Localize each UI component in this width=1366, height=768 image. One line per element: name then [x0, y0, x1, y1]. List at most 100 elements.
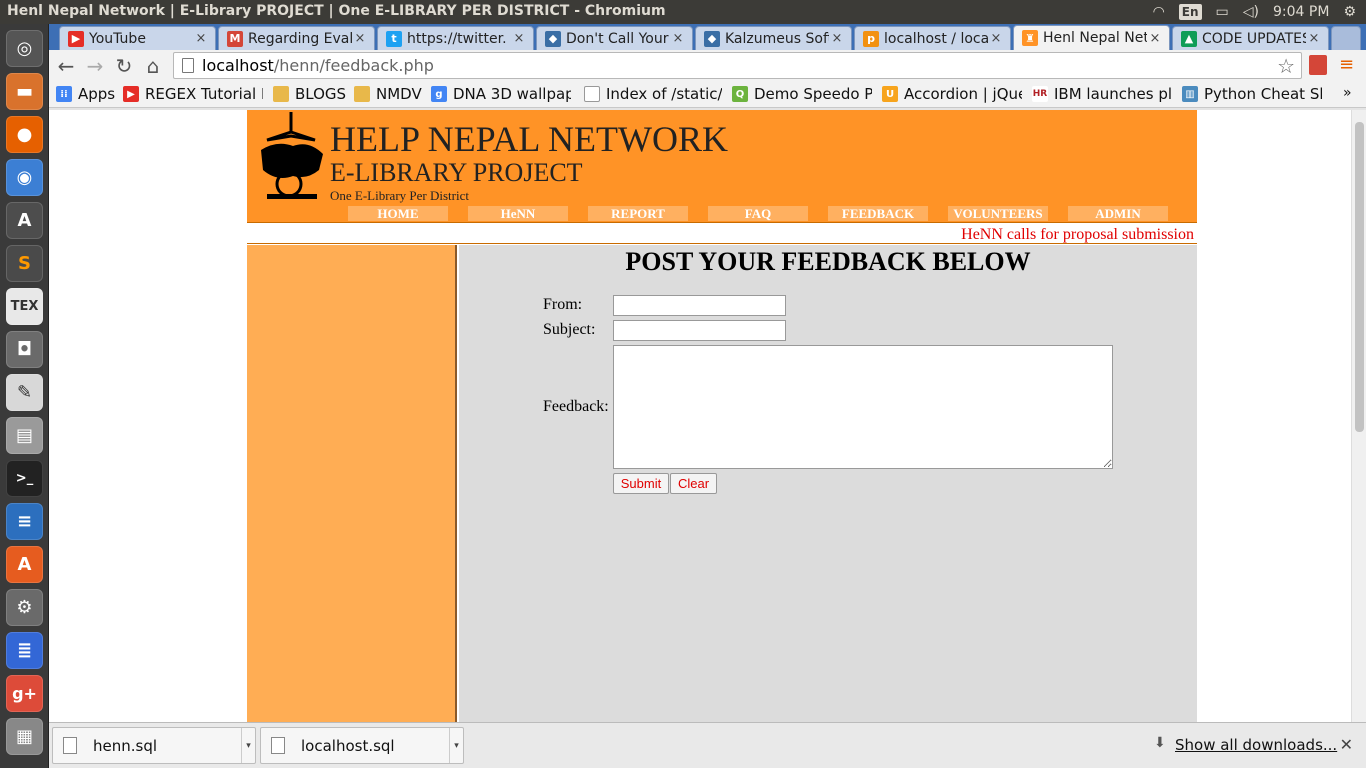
camera-icon[interactable]: ◘	[6, 331, 43, 368]
close-icon[interactable]: ×	[193, 31, 209, 46]
google-plus-icon[interactable]: g+	[6, 675, 43, 712]
top-panel: Henl Nepal Network | E-Library PROJECT |…	[0, 0, 1366, 24]
henn-icon: ♜	[1022, 30, 1038, 46]
menu-admin[interactable]: ADMIN	[1068, 206, 1168, 221]
reload-icon[interactable]: ↻	[112, 54, 136, 78]
keyboard-layout-indicator[interactable]: En	[1178, 4, 1202, 20]
tab-twitter[interactable]: t https://twitter. ×	[377, 26, 534, 50]
chevron-down-icon[interactable]: ▾	[241, 728, 255, 763]
browser-chrome: ▶ YouTube × M Regarding Eval × t https:/…	[49, 24, 1366, 110]
bookmark-ibm[interactable]: HR IBM launches pla	[1032, 85, 1171, 103]
back-arrow-icon[interactable]: ←	[54, 54, 78, 78]
from-input[interactable]	[613, 295, 786, 316]
wifi-icon[interactable]: ◠	[1153, 4, 1165, 20]
chevron-down-icon[interactable]: ▾	[449, 728, 463, 763]
menu-home[interactable]: HOME	[348, 206, 448, 221]
page-scrollbar[interactable]	[1351, 110, 1366, 722]
printer-icon[interactable]: ▤	[6, 417, 43, 454]
clock[interactable]: 9:04 PM	[1273, 4, 1329, 20]
google-docs-icon[interactable]: ≣	[6, 632, 43, 669]
show-all-downloads-link[interactable]: Show all downloads...	[1175, 736, 1337, 754]
bookmark-nmdv[interactable]: NMDV	[354, 85, 424, 103]
download-filename: localhost.sql	[301, 736, 395, 755]
site-menu: HOME HeNN REPORT FAQ FEEDBACK VOLUNTEERS…	[348, 206, 1168, 221]
software-center-icon[interactable]: A	[6, 546, 43, 583]
downloads-shelf: henn.sql ▾ localhost.sql ▾ ⬇ Show all do…	[49, 722, 1366, 768]
text-editor-icon[interactable]: ✎	[6, 374, 43, 411]
tab-dont-call-your[interactable]: ◆ Don't Call Your ×	[536, 26, 693, 50]
folder-icon	[354, 86, 370, 102]
system-settings-icon[interactable]: ⚙	[6, 589, 43, 626]
close-icon[interactable]: ×	[1147, 31, 1163, 46]
url-host: localhost	[202, 56, 274, 75]
tab-phpmyadmin[interactable]: p localhost / loca ×	[854, 26, 1011, 50]
bookmark-star-icon[interactable]: ☆	[1277, 54, 1295, 78]
tab-youtube[interactable]: ▶ YouTube ×	[59, 26, 216, 50]
close-icon[interactable]: ×	[352, 31, 368, 46]
folder-icon	[273, 86, 289, 102]
bookmark-blogs[interactable]: BLOGS	[273, 85, 348, 103]
clear-button[interactable]: Clear	[670, 473, 717, 494]
bookmark-demo-speedo[interactable]: Q Demo Speedo Po	[732, 85, 872, 103]
tab-kalzumeus[interactable]: ◆ Kalzumeus Soft ×	[695, 26, 852, 50]
tab-label: https://twitter.	[407, 30, 507, 47]
forward-arrow-icon[interactable]: →	[83, 54, 107, 78]
tab-label: Regarding Eval	[248, 30, 352, 47]
gear-icon[interactable]: ⚙	[1343, 4, 1356, 20]
scrollbar-thumb[interactable]	[1355, 122, 1364, 432]
close-icon[interactable]: ×	[511, 31, 527, 46]
download-item[interactable]: henn.sql ▾	[52, 727, 256, 764]
file-icon	[271, 737, 285, 754]
apps-icon: ⁞⁞	[56, 86, 72, 102]
bookmark-dna[interactable]: g DNA 3D wallpape	[431, 85, 571, 103]
workspace-switcher-icon[interactable]: ▦	[6, 718, 43, 755]
bookmark-apps[interactable]: ⁞⁞ Apps	[56, 85, 116, 103]
terminal-icon[interactable]: >_	[6, 460, 43, 497]
download-arrow-icon: ⬇	[1154, 735, 1166, 751]
firefox-icon[interactable]: ●	[6, 116, 43, 153]
sublime-text-icon[interactable]: S	[6, 245, 43, 282]
address-bar[interactable]: localhost/henn/feedback.php ☆	[173, 52, 1302, 79]
tab-gmail[interactable]: M Regarding Eval ×	[218, 26, 375, 50]
close-icon[interactable]: ×	[1306, 31, 1322, 46]
bookmark-python[interactable]: ▥ Python Cheat She	[1182, 85, 1322, 103]
menu-report[interactable]: REPORT	[588, 206, 688, 221]
proposal-notice-link[interactable]: HeNN calls for proposal submission	[961, 226, 1194, 244]
menu-faq[interactable]: FAQ	[708, 206, 808, 221]
youtube-icon: ▶	[123, 86, 139, 102]
close-icon[interactable]: ×	[829, 31, 845, 46]
submit-button[interactable]: Submit	[613, 473, 669, 494]
texmaker-icon[interactable]: TEX	[6, 288, 43, 325]
tab-henn-active[interactable]: ♜ Henl Nepal Net ×	[1013, 25, 1170, 50]
bookmark-regex[interactable]: ▶ REGEX Tutorial R	[123, 85, 263, 103]
close-icon[interactable]: ×	[988, 31, 1004, 46]
url-path: /henn/feedback.php	[273, 56, 434, 75]
menu-icon[interactable]: ≡	[1339, 55, 1357, 75]
menu-henn[interactable]: HeNN	[468, 206, 568, 221]
subject-label: Subject:	[543, 321, 596, 338]
menu-feedback[interactable]: FEEDBACK	[828, 206, 928, 221]
software-updater-icon[interactable]: A	[6, 202, 43, 239]
writer-icon[interactable]: ≡	[6, 503, 43, 540]
tab-code-updates[interactable]: ▲ CODE UPDATES ×	[1172, 26, 1329, 50]
home-icon[interactable]: ⌂	[141, 54, 165, 78]
close-icon[interactable]: ×	[670, 31, 686, 46]
bookmarks-overflow-icon[interactable]: »	[1343, 85, 1359, 101]
dash-icon[interactable]: ◎	[6, 30, 43, 67]
download-item[interactable]: localhost.sql ▾	[260, 727, 464, 764]
bookmark-label: Python Cheat She	[1204, 85, 1322, 103]
bookmark-index-static[interactable]: Index of /static/g	[584, 85, 722, 103]
battery-icon[interactable]: ▭	[1216, 4, 1229, 20]
subject-input[interactable]	[613, 320, 786, 341]
close-icon[interactable]: ✕	[1340, 735, 1353, 754]
menu-volunteers[interactable]: VOLUNTEERS	[948, 206, 1048, 221]
files-icon[interactable]: ▬	[6, 73, 43, 110]
tab-label: localhost / loca	[884, 30, 988, 47]
bookmark-accordion[interactable]: U Accordion | jQuer	[882, 85, 1022, 103]
extension-icon[interactable]	[1309, 55, 1327, 75]
new-tab-button[interactable]	[1331, 26, 1361, 50]
feedback-textarea[interactable]	[613, 345, 1113, 469]
gmail-icon: M	[227, 30, 243, 47]
chromium-icon[interactable]: ◉	[6, 159, 43, 196]
volume-icon[interactable]: ◁)	[1243, 4, 1259, 20]
